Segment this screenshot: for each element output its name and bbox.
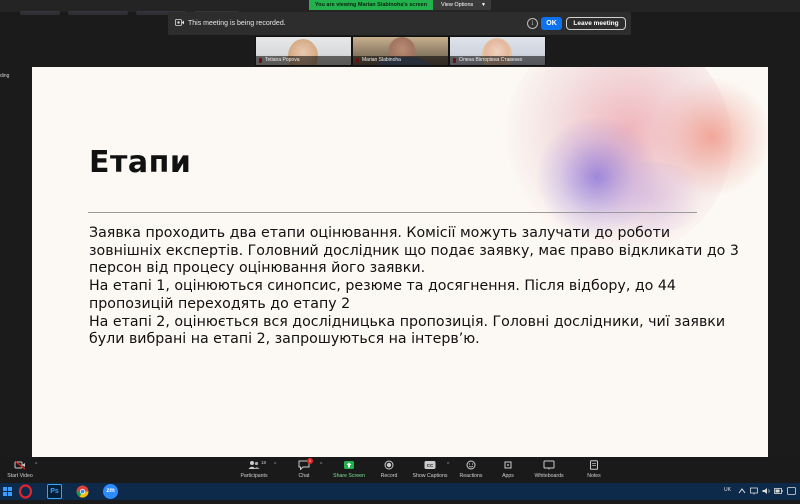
chrome-icon[interactable] <box>75 484 90 499</box>
photoshop-icon[interactable]: Ps <box>47 484 62 499</box>
participant-name: Marian Slabinoha <box>353 56 448 65</box>
chat-label: Chat <box>298 473 310 479</box>
leave-meeting-button[interactable]: Leave meeting <box>566 17 626 30</box>
start-video-label: Start Video <box>7 473 33 479</box>
apps-button[interactable]: Apps <box>492 457 524 483</box>
photoshop-label: Ps <box>50 488 59 495</box>
show-captions-label: Show Captions <box>412 473 448 479</box>
participants-options-chevron-icon[interactable]: ^ <box>274 462 276 468</box>
participants-label: Participants <box>240 473 268 479</box>
background-tabs <box>20 2 300 15</box>
top-strip: You are viewing Marian Slabinoha's scree… <box>0 0 800 15</box>
chat-options-chevron-icon[interactable]: ^ <box>320 462 322 468</box>
recording-notice: This meeting is being recorded. i OK Lea… <box>168 12 631 35</box>
slide-decoration <box>592 162 712 232</box>
reactions-button[interactable]: Reactions <box>454 457 488 483</box>
slide-paragraph: Заявка проходить два етапи оцінювання. К… <box>89 225 739 277</box>
start-menu-button[interactable] <box>0 484 15 499</box>
share-screen-label: Share Screen <box>333 473 365 479</box>
network-icon[interactable] <box>750 487 759 495</box>
windows-start-icon <box>3 487 12 496</box>
slide-paragraph: На етапі 2, оцінюється вся дослідницька … <box>89 313 726 348</box>
participant-tile[interactable]: Marian Slabinoha <box>352 36 449 66</box>
info-icon[interactable]: i <box>527 18 538 29</box>
reactions-icon <box>466 460 476 470</box>
record-label: Record <box>380 473 398 479</box>
whiteboards-button[interactable]: Whiteboards <box>528 457 570 483</box>
notes-label: Notes <box>587 473 601 479</box>
participants-icon <box>248 461 260 469</box>
svg-text:CC: CC <box>427 463 434 468</box>
viewing-screen-banner: You are viewing Marian Slabinoha's scree… <box>309 0 433 10</box>
shared-screen-slide: Етапи Заявка проходить два етапи оцінюва… <box>32 67 768 457</box>
start-video-button[interactable]: Start Video <box>2 457 38 483</box>
battery-icon[interactable] <box>774 487 783 495</box>
record-icon <box>384 460 394 470</box>
whiteboard-icon <box>543 460 555 470</box>
slide-body: Заявка проходить два етапи оцінювання. К… <box>89 225 739 349</box>
share-screen-icon <box>344 461 354 469</box>
view-options-button[interactable]: View Options ▼ <box>433 0 491 10</box>
notifications-icon[interactable] <box>787 487 796 495</box>
windows-taskbar: Ps zm UK <box>0 483 800 500</box>
volume-icon[interactable] <box>762 487 771 495</box>
captions-icon: CC <box>424 461 436 469</box>
participant-name: Олена Вікторівна Ставенко <box>450 56 545 65</box>
show-captions-button[interactable]: CC Show Captions <box>410 457 450 483</box>
chevron-up-icon[interactable] <box>738 487 746 495</box>
slide-title: Етапи <box>89 145 192 180</box>
side-panel-fragment: ding <box>0 73 10 79</box>
meeting-controls: Start Video ^ Participants 18 ^ Chat 1 ^… <box>0 457 800 483</box>
slide-paragraph: На етапі 1, оцінюються синопсис, резюме … <box>89 278 676 312</box>
recording-camera-icon <box>175 19 184 26</box>
reactions-label: Reactions <box>459 473 483 479</box>
participants-button[interactable]: Participants <box>236 457 272 483</box>
chat-button[interactable]: Chat <box>286 457 322 483</box>
zoom-label: zm <box>106 488 115 494</box>
share-screen-button[interactable]: Share Screen <box>330 457 368 483</box>
ok-button[interactable]: OK <box>541 17 562 30</box>
zoom-icon[interactable]: zm <box>103 484 118 499</box>
captions-options-chevron-icon[interactable]: ^ <box>447 462 449 468</box>
language-indicator[interactable]: UK <box>724 487 731 493</box>
notes-icon <box>590 460 598 470</box>
recording-message: This meeting is being recorded. <box>188 20 286 27</box>
apps-label: Apps <box>502 473 514 479</box>
participant-tile[interactable]: Олена Вікторівна Ставенко <box>449 36 546 66</box>
video-options-chevron-icon[interactable]: ^ <box>35 462 37 468</box>
view-options-label: View Options <box>441 2 474 8</box>
chevron-down-icon: ▼ <box>481 2 486 8</box>
notes-button[interactable]: Notes <box>578 457 610 483</box>
slide-divider <box>88 212 697 213</box>
video-off-icon <box>14 460 26 470</box>
participants-count: 18 <box>261 460 267 465</box>
record-button[interactable]: Record <box>372 457 406 483</box>
apps-icon <box>504 461 512 469</box>
participant-name: Tetiana Popova <box>256 56 351 65</box>
opera-icon[interactable] <box>18 484 33 499</box>
whiteboards-label: Whiteboards <box>534 473 564 479</box>
participant-tile[interactable]: Tetiana Popova <box>255 36 352 66</box>
chat-unread-badge: 1 <box>307 458 313 464</box>
